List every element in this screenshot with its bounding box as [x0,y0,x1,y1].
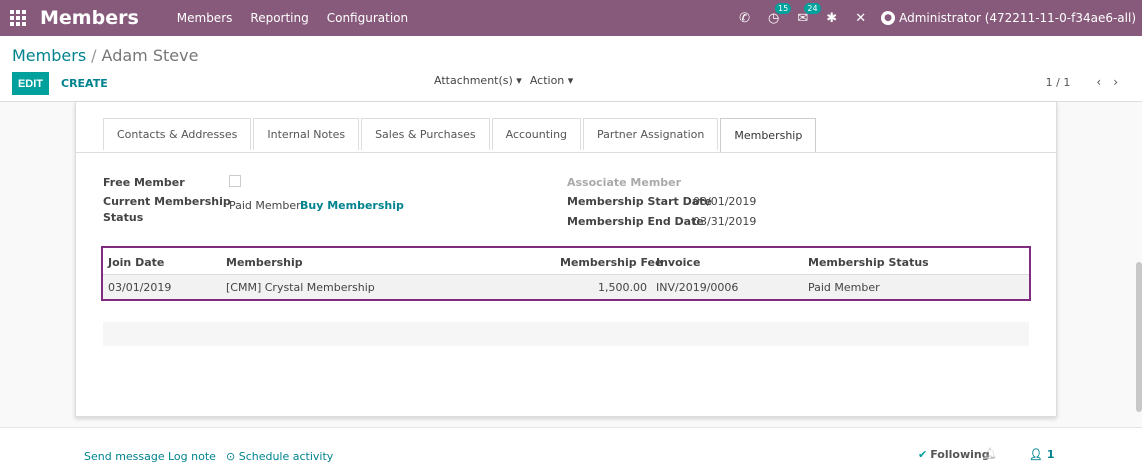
column-invoice[interactable]: Invoice [656,256,700,269]
tab-partner-assignation[interactable]: Partner Assignation [583,118,719,150]
messages-icon[interactable]: ✉ 24 [797,2,821,26]
free-member-checkbox[interactable] [229,175,241,187]
scrollbar[interactable] [1136,262,1142,412]
phone-icon[interactable]: ✆ [739,11,750,26]
column-join-date[interactable]: Join Date [108,256,164,269]
tab-contacts-addresses[interactable]: Contacts & Addresses [103,118,252,150]
tab-internal-notes[interactable]: Internal Notes [253,118,360,150]
start-date-value: 03/01/2019 [693,195,757,208]
activity-badge: 15 [775,2,792,14]
cell-membership: [CMM] Crystal Membership [226,281,375,294]
breadcrumb-separator: / [91,46,97,65]
action-dropdown[interactable]: Action ▾ [530,74,573,87]
create-button[interactable]: CREATE [61,72,108,95]
chatter: Send message Log note ⊙ Schedule activit… [0,427,1142,475]
buy-membership-button[interactable]: Buy Membership [300,199,404,212]
cell-join-date: 03/01/2019 [108,281,172,294]
current-status-label: Current Membership [103,195,231,208]
log-note-button[interactable]: Log note [168,450,216,463]
edit-button[interactable]: EDIT [12,72,49,95]
tab-divider [76,152,1058,153]
followers-count: 1 [1046,448,1055,461]
cell-membership-status: Paid Member [808,281,880,294]
menu-reporting[interactable]: Reporting [250,11,308,25]
tab-sales-purchases[interactable]: Sales & Purchases [361,118,490,150]
following-label: Following [930,448,990,461]
sidebar-actions: Attachment(s) ▾ Action ▾ [434,74,581,87]
followers-button[interactable]: 👤︎ 1 [1029,448,1054,461]
breadcrumb: Members / Adam Steve [12,46,198,65]
pager-value[interactable]: 1 / 1 [1046,76,1071,89]
current-status-label-line2: Status [103,211,144,224]
apps-menu-icon[interactable] [0,0,36,36]
menu-configuration[interactable]: Configuration [327,11,408,25]
user-icon: 👤︎ [1029,448,1043,461]
pager: 1 / 1 ‹ › [1046,75,1118,89]
column-membership-status[interactable]: Membership Status [808,256,929,269]
control-panel: Members / Adam Steve EDIT CREATE Attachmen… [0,36,1142,102]
column-membership[interactable]: Membership [226,256,303,269]
user-avatar-icon: ● [881,11,896,25]
send-message-button[interactable]: Send message [84,450,165,463]
activity-icon[interactable]: ◷ 15 [768,2,792,26]
systray: ✆ ◷ 15 ✉ 24 ✱ ✕ ● Administrator (472211-11… [730,0,1142,36]
cell-invoice: INV/2019/0006 [656,281,739,294]
schedule-activity-button[interactable]: ⊙ Schedule activity [226,450,333,463]
current-status-value: Paid Member [229,199,301,212]
free-member-label: Free Member [103,176,185,189]
notebook-tabs: Contacts & Addresses Internal Notes Sale… [103,118,818,153]
pager-next-icon[interactable]: › [1113,75,1118,89]
user-menu[interactable]: ● Administrator (472211-11-0-f34ae6-all) [881,11,1136,25]
tools-icon[interactable]: ✕ [855,11,866,26]
check-icon: ✔ [918,448,928,461]
following-button[interactable]: ✔ Following [918,448,990,461]
user-name: Administrator (472211-11-0-f34ae6-all) [899,11,1136,25]
membership-lines-table: Join Date Membership Membership Fee Invo… [101,246,1031,301]
pager-previous-icon[interactable]: ‹ [1096,75,1101,89]
end-date-value: 03/31/2019 [693,215,757,228]
end-date-label: Membership End Date [567,215,704,228]
breadcrumb-members[interactable]: Members [12,46,86,65]
bell-icon[interactable]: 🔔︎ [983,447,997,460]
cell-membership-fee: 1,500.00 [598,281,647,294]
form-sheet: Contacts & Addresses Internal Notes Sale… [75,102,1058,417]
menu-members[interactable]: Members [177,11,233,25]
start-date-label: Membership Start Date [567,195,712,208]
bug-icon[interactable]: ✱ [826,11,837,26]
attachments-dropdown[interactable]: Attachment(s) ▾ [434,74,522,87]
associate-member-label: Associate Member [567,176,682,189]
column-membership-fee[interactable]: Membership Fee [560,256,662,269]
tab-accounting[interactable]: Accounting [491,118,582,150]
top-navbar: Members Members Reporting Configuration … [0,0,1142,36]
breadcrumb-current: Adam Steve [101,46,199,65]
app-brand: Members [40,7,139,29]
empty-list-footer [103,322,1029,346]
tab-membership[interactable]: Membership [720,118,817,153]
messages-badge: 24 [804,2,821,14]
